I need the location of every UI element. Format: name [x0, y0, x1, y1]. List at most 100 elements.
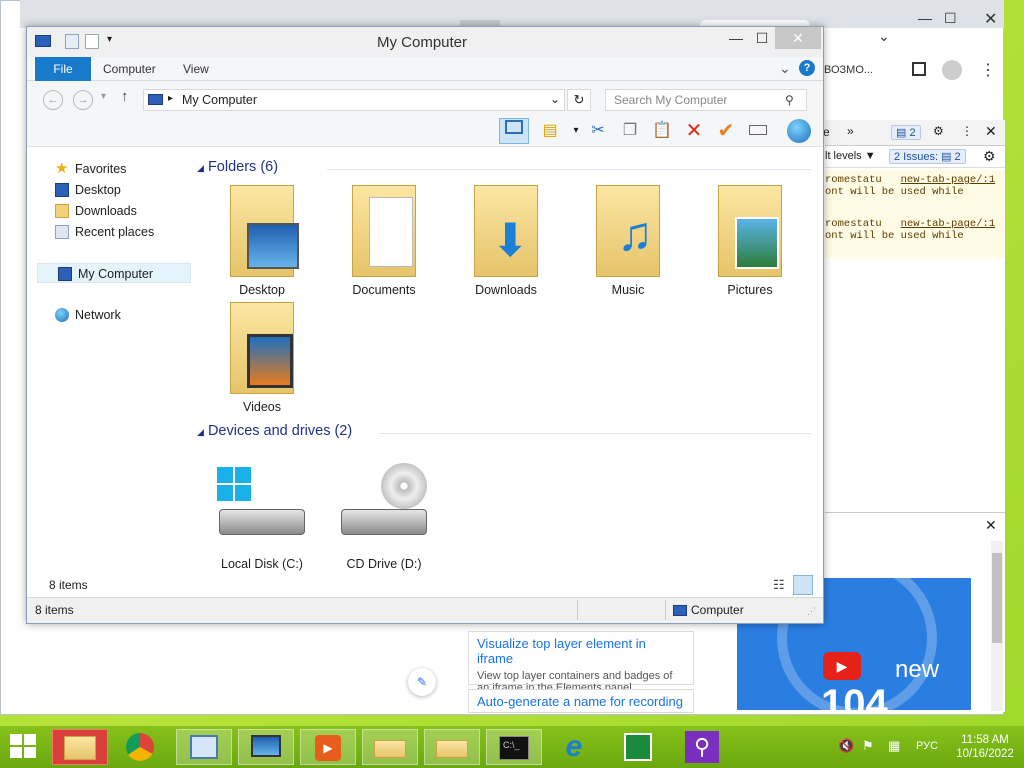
dropdown-icon[interactable]: ▾ [565, 120, 587, 142]
up-button[interactable]: ↑ [121, 88, 129, 105]
maximize-button[interactable]: ☐ [747, 27, 777, 49]
desktop-icon [55, 183, 69, 197]
taskbar-chrome[interactable] [112, 729, 168, 765]
taskbar-search-folder-2[interactable] [424, 729, 480, 765]
devtools-tab-fragment[interactable]: e [823, 125, 830, 139]
network-icon [55, 308, 69, 322]
search-input[interactable]: Search My Computer [605, 89, 807, 111]
settings-icon[interactable]: ⚙ [933, 124, 944, 138]
taskbar-search-app[interactable]: ⚲ [674, 729, 730, 765]
chevron-down-icon[interactable]: ⌄ [878, 28, 890, 45]
nav-favorites[interactable]: ★ Favorites [35, 159, 195, 179]
search-icon[interactable]: ⚲ [785, 93, 794, 107]
folder-tile-desktop[interactable]: Desktop [207, 181, 317, 303]
nav-desktop[interactable]: Desktop [35, 180, 195, 200]
tab-computer[interactable]: Computer [103, 62, 156, 76]
network-globe-icon[interactable] [787, 119, 811, 143]
rename-icon[interactable] [747, 120, 769, 142]
side-panel-icon[interactable] [912, 62, 926, 76]
clock[interactable]: 11:58 AM 10/16/2022 [950, 733, 1020, 761]
resize-grip-icon[interactable]: ⋰ [807, 606, 816, 617]
network-status-icon[interactable]: ▦ [888, 738, 900, 754]
cd-disc-icon [381, 463, 427, 509]
whats-new-card[interactable]: Auto-generate a name for recording [468, 689, 694, 713]
devtools-close-icon[interactable]: ✕ [985, 123, 997, 140]
forward-button[interactable]: → [73, 90, 93, 110]
tab-view[interactable]: View [183, 62, 209, 76]
edit-pencil-icon[interactable]: ✎ [408, 668, 436, 696]
devtools-menu-icon[interactable]: ⋮ [961, 124, 973, 138]
taskbar-explorer[interactable] [52, 729, 108, 765]
help-icon[interactable]: ? [799, 60, 815, 76]
folder-tile-pictures[interactable]: Pictures [695, 181, 805, 303]
close-icon[interactable]: ✕ [984, 9, 997, 29]
drive-tile-local-disk[interactable]: Local Disk (C:) [207, 459, 317, 583]
taskbar-computer[interactable] [238, 729, 294, 765]
log-levels-dropdown[interactable]: lt levels ▼ [825, 150, 876, 162]
nav-downloads[interactable]: Downloads [35, 201, 195, 221]
refresh-button[interactable]: ↻ [567, 89, 591, 111]
folder-tile-music[interactable]: ♫ Music [573, 181, 683, 303]
close-button[interactable]: ✕ [775, 27, 821, 49]
folder-tile-downloads[interactable]: ⬇ Downloads [451, 181, 561, 303]
paste-icon[interactable]: 📋 [651, 120, 673, 142]
back-button[interactable]: ← [43, 90, 63, 110]
copy-icon[interactable]: ❐ [619, 120, 641, 142]
translate-button[interactable]: ВОЗМО... [824, 64, 873, 76]
taskbar-media-player[interactable]: ▶ [300, 729, 356, 765]
rename-check-icon[interactable]: ✔ [715, 120, 737, 142]
properties-folder-icon[interactable]: ▤ [539, 120, 561, 142]
hard-drive-icon [219, 509, 305, 535]
maximize-icon[interactable]: ☐ [944, 10, 957, 27]
expand-ribbon-icon[interactable]: ⌄ [779, 60, 791, 77]
taskbar-cmd[interactable]: C:\_ [486, 729, 542, 765]
folder-label: Pictures [727, 283, 773, 297]
nav-recent-places[interactable]: Recent places [35, 222, 195, 242]
scrollbar-thumb[interactable] [992, 553, 1002, 643]
console-message-link[interactable]: new-tab-page/:1 [901, 218, 996, 230]
taskbar-search-folder-1[interactable] [362, 729, 418, 765]
address-box[interactable]: ▸ My Computer ⌄ [143, 89, 565, 111]
recent-locations-icon[interactable]: ▾ [101, 91, 106, 102]
address-dropdown-icon[interactable]: ⌄ [550, 92, 560, 106]
more-tabs-icon[interactable]: » [847, 124, 854, 138]
folder-tile-documents[interactable]: Documents [329, 181, 439, 303]
cut-icon[interactable]: ✂ [587, 120, 609, 142]
scrollbar[interactable] [991, 541, 1003, 711]
message-badge[interactable]: ▤ 2 [891, 125, 921, 140]
devices-group-header[interactable]: ◢ Devices and drives (2) [197, 423, 352, 439]
taskbar-store[interactable] [610, 729, 666, 765]
whats-new-close-icon[interactable]: ✕ [985, 517, 997, 534]
nav-network[interactable]: Network [35, 305, 195, 325]
action-center-icon[interactable]: ⚑ [862, 738, 874, 754]
input-language[interactable]: РУС [916, 740, 938, 752]
nav-my-computer[interactable]: My Computer [37, 263, 191, 283]
minimize-icon[interactable]: — [918, 10, 932, 26]
taskbar-ie[interactable]: e [546, 729, 602, 765]
taskbar-control-panel[interactable] [176, 729, 232, 765]
content-area: ◢ Folders (6) Desktop Documents ⬇ Downlo… [197, 151, 817, 591]
details-view-icon[interactable]: ☷ [773, 577, 785, 593]
avatar[interactable] [942, 60, 962, 80]
delete-icon[interactable]: ✕ [683, 120, 705, 142]
drive-tile-cd-drive[interactable]: CD Drive (D:) [329, 459, 439, 583]
landscape-picture-icon [735, 217, 779, 269]
breadcrumb-arrow-icon[interactable]: ▸ [168, 93, 173, 104]
large-icons-view-icon[interactable] [793, 575, 813, 595]
more-menu-icon[interactable]: ⋮ [980, 60, 996, 80]
whats-new-card[interactable]: Visualize top layer element in iframe Vi… [468, 631, 694, 694]
console-settings-icon[interactable]: ⚙ [983, 148, 996, 165]
folders-group-header[interactable]: ◢ Folders (6) [197, 159, 278, 175]
console-message-link[interactable]: new-tab-page/:1 [901, 174, 996, 186]
folder-tile-videos[interactable]: Videos [207, 298, 317, 420]
collapse-icon: ◢ [197, 163, 204, 173]
monitor-icon [251, 735, 281, 757]
downloads-icon [55, 204, 69, 218]
devtools-panel: e » ▤ 2 ⚙ ⋮ ✕ lt levels ▼ 2 Issues: ▤ 2 … [823, 120, 1005, 260]
preview-pane-icon[interactable] [499, 118, 529, 144]
breadcrumb[interactable]: My Computer [182, 93, 257, 107]
volume-muted-icon[interactable]: 🔇 [838, 738, 854, 754]
start-button[interactable] [10, 734, 38, 760]
issues-button[interactable]: 2 Issues: ▤ 2 [889, 149, 966, 164]
tab-file[interactable]: File [35, 57, 91, 81]
